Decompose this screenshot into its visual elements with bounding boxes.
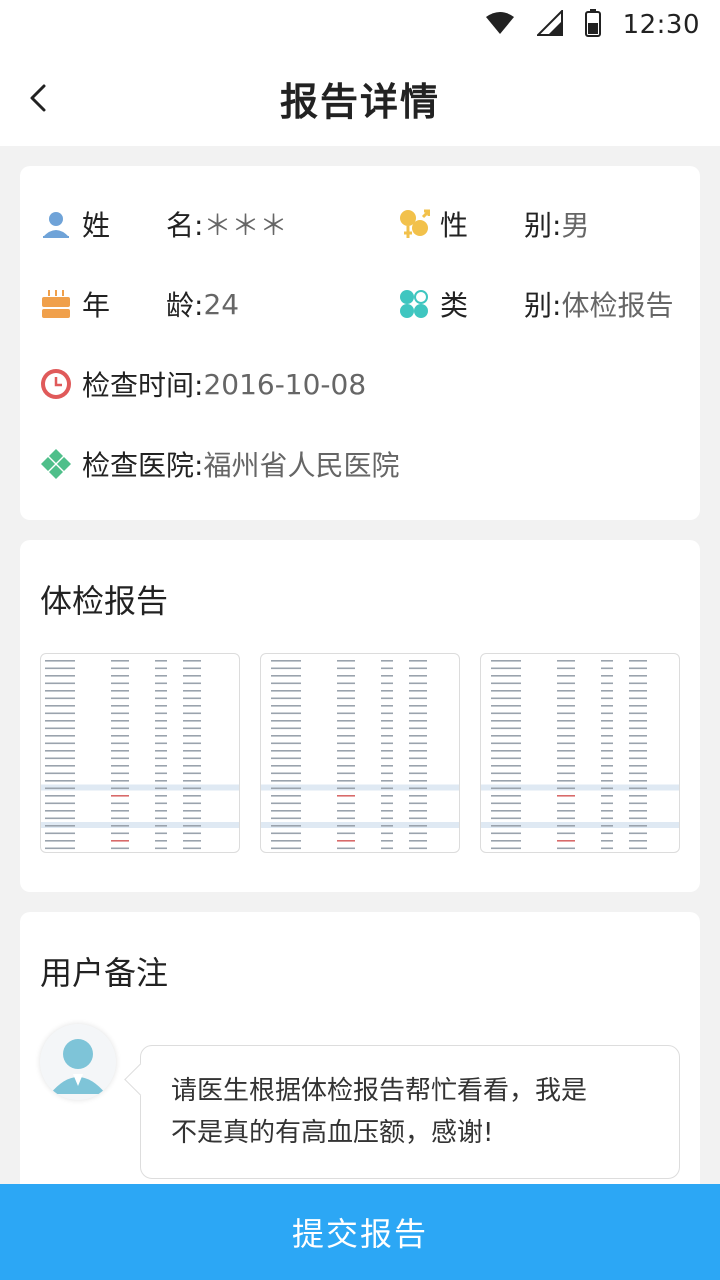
report-thumbnail-1[interactable] xyxy=(40,653,240,853)
report-thumbnail-2[interactable] xyxy=(260,653,460,853)
gender-value: 男 xyxy=(561,209,590,242)
gender-row: 性 别: 男 xyxy=(398,204,589,244)
note-section-title: 用户备注 xyxy=(40,954,169,992)
page-title: 报告详情 xyxy=(279,79,440,124)
user-note-card: 用户备注 请医生根据体检报告帮忙看看，我是 不是真的有高血压额，感谢! xyxy=(20,912,700,1212)
status-bar: 12:30 xyxy=(0,0,720,50)
clock-icon xyxy=(40,368,72,400)
user-avatar-icon xyxy=(40,1024,116,1100)
category-row: 类 别: 体检报告 xyxy=(398,284,673,324)
hospital-row: 检查医院: 福州省人民医院 xyxy=(40,444,399,484)
report-thumbnail-3[interactable] xyxy=(480,653,680,853)
name-row: 姓 名: ＊＊＊ xyxy=(40,204,287,244)
hospital-value: 福州省人民医院 xyxy=(203,449,400,482)
exam-date-row: 检查时间: 2016-10-08 xyxy=(40,364,366,404)
category-icon xyxy=(398,288,430,320)
age-value: 24 xyxy=(203,287,240,321)
report-images-card: 体检报告 xyxy=(20,540,700,892)
patient-info-card: 姓 名: ＊＊＊ 性 别: 男 年 龄: 24 类 别: 体检报告 检查时间: … xyxy=(20,166,700,520)
name-value: ＊＊＊ xyxy=(203,209,288,242)
nav-bar: 报告详情 xyxy=(0,50,720,146)
note-text-line-1: 请医生根据体检报告帮忙看看，我是 xyxy=(171,1076,588,1106)
hospital-icon xyxy=(40,448,72,480)
cake-icon xyxy=(40,288,72,320)
exam-date-value: 2016-10-08 xyxy=(203,367,367,401)
gender-icon xyxy=(398,208,430,240)
wifi-icon xyxy=(485,11,515,39)
person-icon xyxy=(40,208,72,240)
status-time: 12:30 xyxy=(622,10,700,40)
back-arrow-icon[interactable] xyxy=(22,78,62,118)
age-row: 年 龄: 24 xyxy=(40,284,239,324)
note-text-line-2: 不是真的有高血压额，感谢! xyxy=(171,1118,494,1148)
signal-icon xyxy=(535,8,563,40)
report-section-title: 体检报告 xyxy=(40,582,169,620)
note-bubble: 请医生根据体检报告帮忙看看，我是 不是真的有高血压额，感谢! xyxy=(140,1045,680,1179)
battery-icon xyxy=(584,9,601,41)
submit-report-button[interactable]: 提交报告 xyxy=(0,1184,720,1280)
category-value: 体检报告 xyxy=(561,289,674,322)
